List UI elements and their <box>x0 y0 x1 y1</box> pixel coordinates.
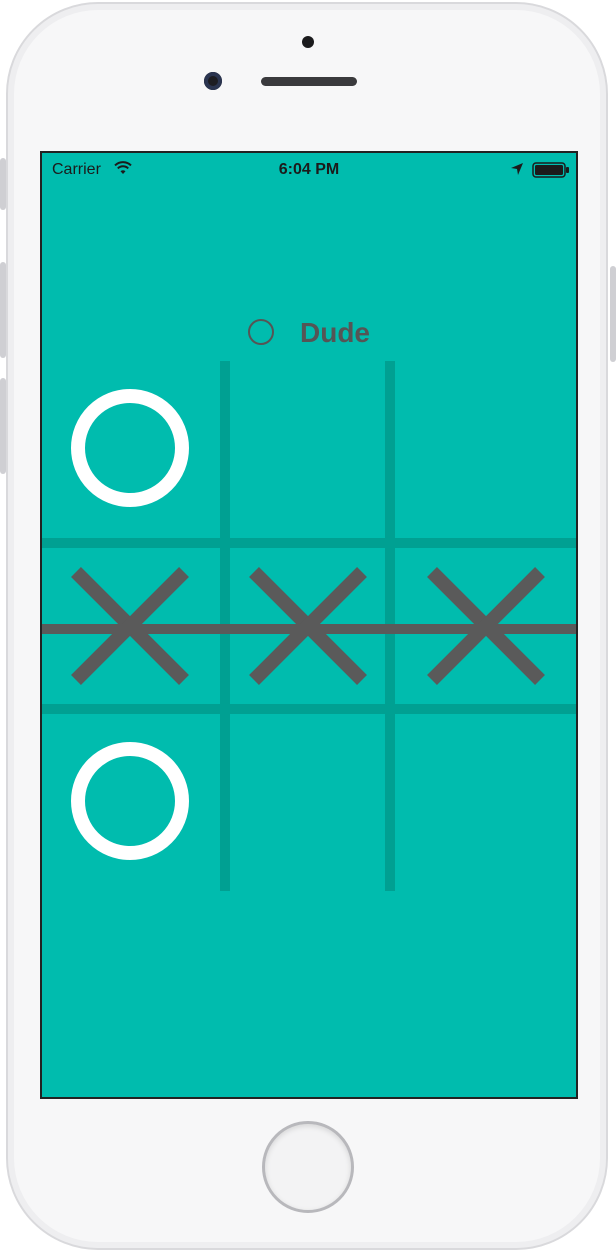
o-mark-icon <box>71 389 189 507</box>
phone-device: Carrier 6:04 PM Dude <box>0 0 616 1255</box>
power-button <box>610 266 616 362</box>
proximity-sensor <box>302 36 314 48</box>
o-mark-icon <box>71 742 189 860</box>
board-cell-2-0[interactable] <box>42 716 218 886</box>
app-screen: Carrier 6:04 PM Dude <box>40 151 578 1099</box>
front-camera-icon <box>204 72 222 90</box>
home-button[interactable] <box>262 1121 354 1213</box>
player-turn-icon <box>248 319 274 345</box>
grid-line-horizontal-1 <box>42 538 576 548</box>
battery-icon <box>532 162 569 178</box>
board-cell-2-2[interactable] <box>395 716 576 886</box>
player-name: Dude <box>300 317 370 348</box>
game-board <box>42 361 576 891</box>
board-cell-0-1[interactable] <box>230 363 385 533</box>
board-cell-0-0[interactable] <box>42 363 218 533</box>
status-bar: Carrier 6:04 PM <box>42 153 576 187</box>
board-cell-2-1[interactable] <box>230 716 385 886</box>
board-cell-0-2[interactable] <box>395 363 576 533</box>
winning-line <box>42 624 576 634</box>
status-time: 6:04 PM <box>278 161 340 178</box>
location-arrow-icon <box>511 163 523 175</box>
earpiece-speaker <box>261 77 357 86</box>
grid-line-horizontal-2 <box>42 704 576 714</box>
